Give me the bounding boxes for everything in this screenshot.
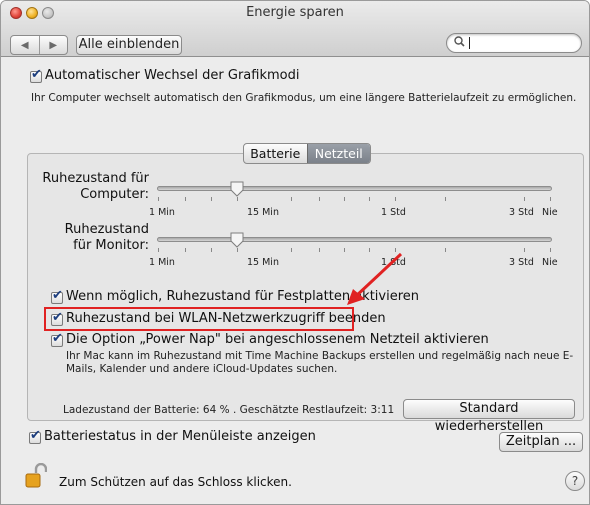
annotation-arrow-icon	[347, 252, 403, 305]
tick-mark	[550, 197, 551, 201]
tick-mark	[211, 197, 212, 201]
power-nap-checkbox[interactable]: ✔	[51, 331, 63, 347]
tab-control: Batterie Netzteil	[243, 143, 371, 164]
tick-mark	[291, 248, 292, 252]
tick-label-never: Nie	[542, 207, 558, 218]
tick-mark	[291, 197, 292, 201]
search-input[interactable]	[446, 33, 582, 53]
tick-label-3std: 3 Std	[509, 257, 534, 268]
tick-mark	[319, 248, 320, 252]
tick-mark	[524, 197, 525, 201]
disk-sleep-checkbox[interactable]: ✔	[51, 288, 63, 304]
lock-icon[interactable]	[25, 463, 47, 489]
annotation-highlight-box	[44, 307, 354, 331]
tick-label-15min: 15 Min	[247, 257, 279, 268]
tick-mark	[158, 248, 159, 252]
tick-label-15min: 15 Min	[247, 207, 279, 218]
tick-label-3std: 3 Std	[509, 207, 534, 218]
tick-mark	[185, 197, 186, 201]
tick-mark	[524, 248, 525, 252]
lock-instruction-text: Zum Schützen auf das Schloss klicken.	[59, 475, 292, 489]
tick-label-1min: 1 Min	[149, 257, 175, 268]
window-title: Energie sparen	[246, 5, 344, 20]
graphics-switching-label: Automatischer Wechsel der Grafikmodi	[45, 68, 300, 83]
checkmark-icon: ✔	[52, 288, 63, 303]
computer-sleep-label-line1: Ruhezustand für	[42, 171, 149, 186]
computer-sleep-slider-thumb[interactable]	[230, 181, 244, 197]
help-button[interactable]: ?	[565, 471, 585, 491]
text-cursor	[469, 37, 470, 49]
monitor-sleep-slider-thumb[interactable]	[230, 232, 244, 248]
tick-mark	[445, 197, 446, 201]
magnifier-icon	[454, 36, 465, 50]
tick-mark	[344, 197, 345, 201]
monitor-sleep-label-line1: Ruhezustand	[64, 222, 149, 237]
monitor-sleep-label: Ruhezustand für Monitor:	[41, 222, 149, 254]
tick-label-1std: 1 Std	[381, 207, 406, 218]
tab-battery[interactable]: Batterie	[244, 144, 307, 163]
menubar-battery-checkbox[interactable]: ✔	[29, 428, 41, 444]
tick-mark	[550, 248, 551, 252]
checkmark-icon: ✔	[52, 331, 63, 346]
graphics-switching-description: Ihr Computer wechselt automatisch den Gr…	[31, 92, 577, 104]
menubar-battery-label: Batteriestatus in der Menüleiste anzeige…	[44, 429, 316, 444]
restore-defaults-button[interactable]: Standard wiederherstellen	[403, 399, 575, 434]
monitor-sleep-slider[interactable]	[157, 237, 552, 242]
tick-mark	[319, 197, 320, 201]
tick-mark	[158, 197, 159, 201]
back-forward-group: ◀ ▶	[10, 35, 68, 55]
forward-button[interactable]: ▶	[38, 36, 68, 54]
battery-status-text: Ladezustand der Batterie: 64 % . Geschät…	[63, 404, 395, 416]
power-nap-description-line2: Mails, Kalender und andere iCloud-Update…	[66, 363, 338, 375]
checkmark-icon: ✔	[31, 67, 42, 82]
tab-power-adapter[interactable]: Netzteil	[306, 144, 370, 163]
power-nap-label: Die Option „Power Nap" bei angeschlossen…	[66, 332, 489, 347]
checkmark-icon: ✔	[30, 428, 41, 443]
title-bar: Energie sparen ◀ ▶ Alle einblenden	[1, 1, 589, 57]
tick-label-never: Nie	[542, 257, 558, 268]
computer-sleep-label-line2: Computer:	[80, 187, 149, 202]
graphics-switching-checkbox[interactable]: ✔	[30, 67, 42, 83]
tick-mark	[369, 197, 370, 201]
tick-mark	[445, 248, 446, 252]
tick-mark	[211, 248, 212, 252]
tick-mark	[237, 197, 238, 201]
back-button[interactable]: ◀	[11, 36, 39, 54]
power-nap-description-line1: Ihr Mac kann im Ruhezustand mit Time Mac…	[66, 350, 574, 362]
show-all-button[interactable]: Alle einblenden	[76, 35, 182, 55]
tick-mark	[237, 248, 238, 252]
computer-sleep-label: Ruhezustand für Computer:	[41, 171, 149, 203]
tick-label-1min: 1 Min	[149, 207, 175, 218]
preferences-window: Energie sparen ◀ ▶ Alle einblenden ✔ Aut…	[0, 0, 590, 505]
tick-mark	[395, 197, 396, 201]
tick-mark	[185, 248, 186, 252]
schedule-button[interactable]: Zeitplan ...	[499, 432, 583, 452]
computer-sleep-slider[interactable]	[157, 186, 552, 191]
monitor-sleep-label-line2: für Monitor:	[73, 238, 149, 253]
